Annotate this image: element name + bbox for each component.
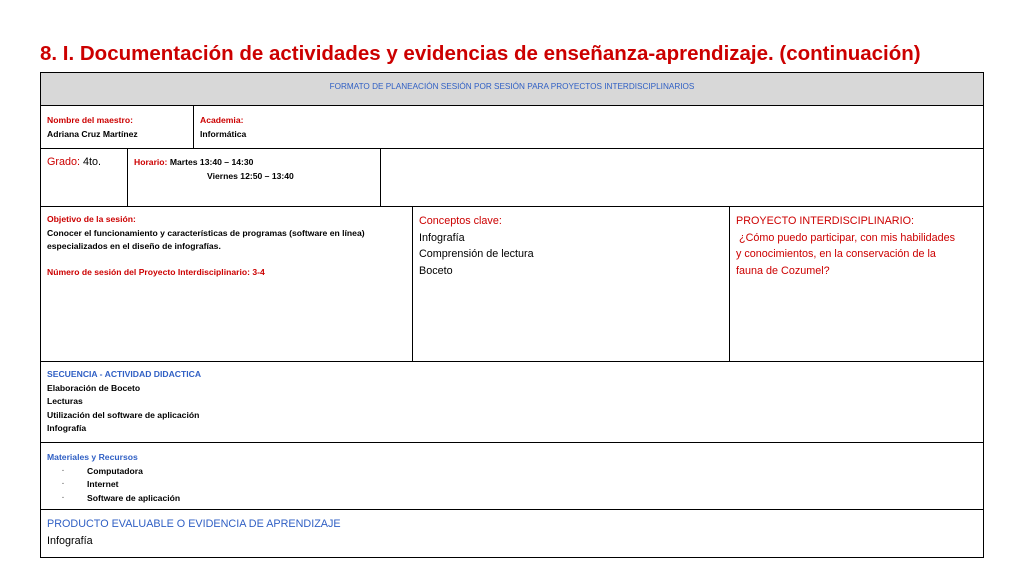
- materials-list: · Computadora · Internet · Software de apli…: [47, 465, 983, 506]
- grade-value: 4to.: [83, 156, 102, 168]
- objective-cell: Objetivo de la sesión: Conocer el funcio…: [41, 207, 413, 361]
- concepts-cell: Conceptos clave: Infografía Comprensión …: [413, 207, 730, 361]
- planning-form: FORMATO DE PLANEACIÓN SESIÓN POR SESIÓN …: [40, 72, 984, 558]
- concept-item: Boceto: [419, 264, 453, 277]
- teacher-name: Adriana Cruz Martínez: [47, 128, 138, 139]
- project-cell: PROYECTO INTERDISCIPLINARIO: ¿Cómo puedo…: [730, 207, 983, 361]
- project-question-line3: fauna de Cozumel?: [736, 264, 830, 277]
- concept-item: Comprensión de lectura: [419, 248, 534, 260]
- grade-row: Grado: 4to. Horario: Martes 13:40 – 14:3…: [41, 149, 983, 207]
- academy-label: Academia:: [200, 115, 244, 125]
- sequence-item: Lecturas: [47, 396, 83, 406]
- product-label: PRODUCTO EVALUABLE O EVIDENCIA DE APREND…: [47, 518, 341, 530]
- sequence-item: Elaboración de Boceto: [47, 382, 141, 393]
- product-value: Infografía: [47, 534, 93, 547]
- sequence-row: SECUENCIA - ACTIVIDAD DIDACTICA Elaborac…: [41, 362, 983, 443]
- teacher-row: Nombre del maestro: Adriana Cruz Martíne…: [41, 106, 983, 149]
- blank-cell: [381, 149, 983, 206]
- bullet-icon: ·: [62, 481, 65, 488]
- grade-cell: Grado: 4to.: [41, 149, 128, 206]
- teacher-label: Nombre del maestro:: [47, 115, 133, 125]
- objective-row: Objetivo de la sesión: Conocer el funcio…: [41, 207, 983, 362]
- objective-line1: Conocer el funcionamiento y característi…: [47, 227, 365, 238]
- schedule-line1: Martes 13:40 – 14:30: [169, 157, 254, 167]
- objective-label: Objetivo de la sesión:: [47, 214, 136, 224]
- project-label: PROYECTO INTERDISCIPLINARIO:: [736, 215, 914, 227]
- schedule-line2: Viernes 12:50 – 13:40: [207, 170, 294, 181]
- page-title: 8. I. Documentación de actividades y evi…: [40, 42, 921, 65]
- concepts-label: Conceptos clave:: [419, 215, 502, 227]
- grade-label: Grado:: [47, 156, 81, 168]
- list-item: · Software de aplicación: [47, 492, 983, 506]
- session-number: Número de sesión del Proyecto Interdisci…: [47, 266, 265, 277]
- schedule-label: Horario:: [134, 157, 168, 167]
- concept-item: Infografía: [419, 231, 465, 244]
- materials-row: Materiales y Recursos · Computadora · Inte…: [41, 443, 983, 510]
- materials-label: Materiales y Recursos: [47, 452, 138, 462]
- sequence-item: Utilización del software de aplicación: [47, 409, 200, 420]
- academy-name: Informática: [200, 128, 247, 139]
- project-question-line1: ¿Cómo puedo participar, con mis habilida…: [736, 231, 956, 244]
- sequence-label: SECUENCIA - ACTIVIDAD DIDACTICA: [47, 369, 202, 379]
- schedule-cell: Horario: Martes 13:40 – 14:30 Viernes 12…: [128, 149, 381, 206]
- list-item: · Internet: [47, 478, 983, 492]
- sequence-item: Infografía: [47, 423, 87, 433]
- bullet-icon: ·: [62, 494, 65, 502]
- list-item: · Computadora: [47, 465, 983, 479]
- project-question-line2: y conocimientos, en la conservación de l…: [736, 248, 936, 260]
- bullet-icon: ·: [62, 467, 65, 475]
- academy-cell: Academia: Informática: [194, 106, 983, 148]
- form-header: FORMATO DE PLANEACIÓN SESIÓN POR SESIÓN …: [41, 73, 983, 106]
- product-row: PRODUCTO EVALUABLE O EVIDENCIA DE APREND…: [41, 510, 983, 557]
- objective-line2: especializados en el diseño de infografí…: [47, 241, 221, 251]
- teacher-cell: Nombre del maestro: Adriana Cruz Martíne…: [41, 106, 194, 148]
